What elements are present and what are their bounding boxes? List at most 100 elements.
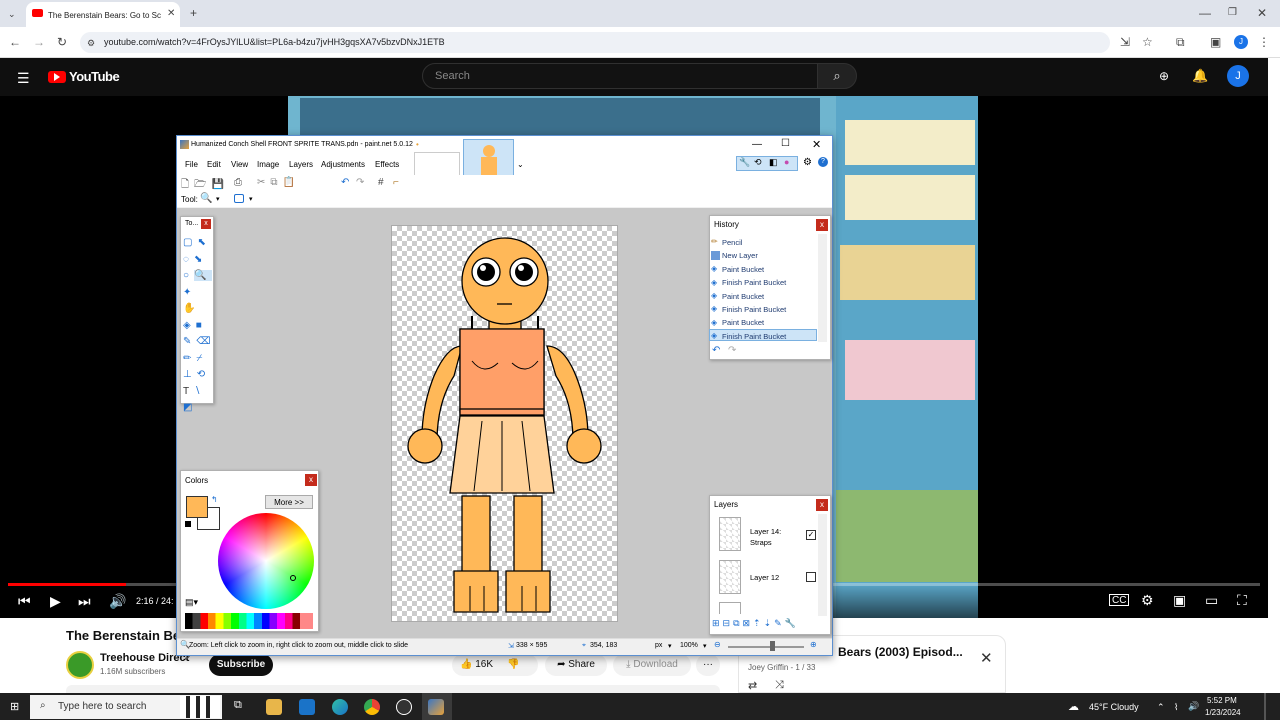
share-button[interactable]: ➦ Share [545,654,607,676]
pencil-icon[interactable]: ✏ [183,353,196,364]
tray-overflow-icon[interactable]: ⌃ [1157,702,1165,713]
profile-avatar[interactable]: J [1234,35,1248,49]
tab-search-icon[interactable]: ⌄ [8,8,16,20]
weather-text[interactable]: 45°F Cloudy [1089,702,1139,712]
lasso-icon[interactable]: ◌ [183,254,194,265]
history-close-icon[interactable]: x [816,219,828,231]
pdn-settings-icon[interactable]: ⚙ [803,157,812,168]
clone-stamp-icon[interactable]: ⊥ [183,369,197,380]
download-button[interactable]: ⤓ Download [613,654,691,676]
install-icon[interactable]: ⇲ [1120,36,1130,48]
notifications-bell-icon[interactable]: 🔔 [1192,68,1208,84]
create-video-icon[interactable]: ⊕ [1159,69,1169,83]
ellipse-select-icon[interactable]: ○ [183,270,194,281]
clock-time[interactable]: 5:52 PM [1207,696,1237,705]
youtube-search-input[interactable]: Search [422,63,818,89]
history-undo-icon[interactable]: ↶ [712,345,720,356]
restore-icon[interactable]: ❐ [1228,7,1237,19]
clock-date[interactable]: 1/23/2024 [1205,708,1241,717]
extensions-icon[interactable]: ⧉ [1176,36,1185,48]
chrome-taskbar-icon[interactable] [364,699,380,715]
image-canvas[interactable] [391,225,618,622]
file-explorer-icon[interactable] [266,699,282,715]
mail-icon[interactable] [299,699,315,715]
move-selection-icon[interactable]: ⬊ [194,254,207,265]
window-close-icon[interactable]: ✕ [1257,7,1267,19]
undo-icon[interactable]: ↶ [341,177,349,188]
reload-icon[interactable]: ↻ [57,36,67,48]
rect-select-icon[interactable]: ▢ [183,237,197,248]
line-curve-icon[interactable]: ∖ [194,386,205,397]
move-icon[interactable]: ⬉ [197,237,210,248]
description-box[interactable] [66,685,720,693]
menu-view[interactable]: View [231,160,248,169]
menu-edit[interactable]: Edit [207,160,221,169]
print-icon[interactable]: ⎙ [234,177,242,188]
tool-dropdown-icon[interactable]: ▾ [216,195,220,203]
playlist-title[interactable]: Bears (2003) Episod... [838,645,963,659]
zoom-slider-thumb[interactable] [770,641,775,651]
fullscreen-icon[interactable]: ⛶ [1237,592,1247,609]
layers-toggle-icon[interactable]: ◧ [769,157,778,168]
edge-icon[interactable] [332,699,348,715]
color-wheel[interactable] [218,513,314,609]
search-icon[interactable]: ⌕ [817,63,857,89]
subscribe-button[interactable]: Subscribe [209,654,273,676]
layer-visibility-checkbox[interactable]: ✓ [806,530,816,540]
pdn-maximize-icon[interactable]: ☐ [781,138,790,149]
selection-mode-icon[interactable] [234,194,244,203]
tools-panel-close-icon[interactable]: x [201,219,211,229]
theater-mode-icon[interactable]: ▭ [1205,592,1218,609]
zoom-dropdown-icon[interactable]: ▾ [703,642,707,650]
brush-icon[interactable]: ✎ [183,336,196,347]
site-info-icon[interactable]: ⚙ [87,37,95,49]
history-item[interactable]: Paint Bucket [722,292,764,301]
zoom-icon[interactable]: 🔍 [194,270,212,281]
settings-gear-icon[interactable]: ⚙ [1141,592,1154,609]
unit-dropdown-icon[interactable]: ▾ [668,642,672,650]
colors-toggle-icon[interactable]: ● [784,157,789,167]
more-actions-button[interactable]: ··· [696,654,720,676]
history-item[interactable]: New Layer [722,251,758,260]
layer-visibility-checkbox[interactable] [806,572,816,582]
tab-close-icon[interactable]: ✕ [167,8,175,20]
playlist-close-icon[interactable]: ✕ [980,649,993,667]
volume-icon[interactable]: 🔊 [109,593,126,610]
edit-toolbar-icons[interactable]: ✂⧉📋 [257,177,300,188]
back-icon[interactable]: ← [9,36,21,48]
layer-actions-toolbar[interactable]: ⊞⊟⧉⊠⇡⇣✎🔧 [712,618,799,629]
reset-colors-icon[interactable] [185,521,191,527]
selection-dropdown-icon[interactable]: ▾ [249,195,253,203]
zoom-level[interactable]: 100% [680,642,698,649]
menu-effects[interactable]: Effects [375,160,399,169]
pan-hand-icon[interactable]: ✋ [183,303,200,314]
paintnet-taskbar-icon[interactable] [428,699,444,715]
file-toolbar-icons[interactable]: 🗋🗁💾 [181,177,229,194]
play-icon[interactable]: ▶ [50,593,61,610]
like-button[interactable]: 👍 16K 👎 [452,654,538,676]
color-picker-icon[interactable]: ⌿ [196,353,207,364]
zoom-tool-icon[interactable]: 🔍 [200,193,212,204]
primary-color-swatch[interactable] [186,496,208,518]
swap-colors-icon[interactable]: ↰ [211,495,218,504]
layer-name[interactable]: Layer 12 [750,573,779,582]
menu-file[interactable]: File [185,160,198,169]
ruler-icon[interactable]: ⌐ [393,177,399,188]
pdn-help-icon[interactable]: ? [818,157,828,167]
new-tab-icon[interactable]: + [190,7,197,19]
youtube-logo-icon[interactable] [48,71,66,83]
youtube-logo-text[interactable]: YouTube [69,69,120,84]
layers-scrollbar[interactable] [818,514,827,616]
palette-menu-icon[interactable]: ▤▾ [185,597,198,608]
start-windows-icon[interactable]: ⊞ [10,700,19,713]
shapes-icon[interactable]: ◩ [183,402,197,413]
pdn-close-icon[interactable]: ✕ [812,138,821,151]
pdn-minimize-icon[interactable]: — [752,139,762,150]
loop-icon[interactable]: ⇄ [748,679,757,692]
task-view-icon[interactable]: ⧉ [234,699,242,712]
history-item[interactable]: Finish Paint Bucket [722,278,786,287]
url-field[interactable]: youtube.com/watch?v=4FrOysJYlLU&list=PL6… [80,32,1110,53]
bookmark-star-icon[interactable]: ☆ [1142,36,1153,48]
miniplayer-icon[interactable]: ▣ [1173,592,1186,609]
hamburger-menu-icon[interactable]: ☰ [17,70,30,87]
